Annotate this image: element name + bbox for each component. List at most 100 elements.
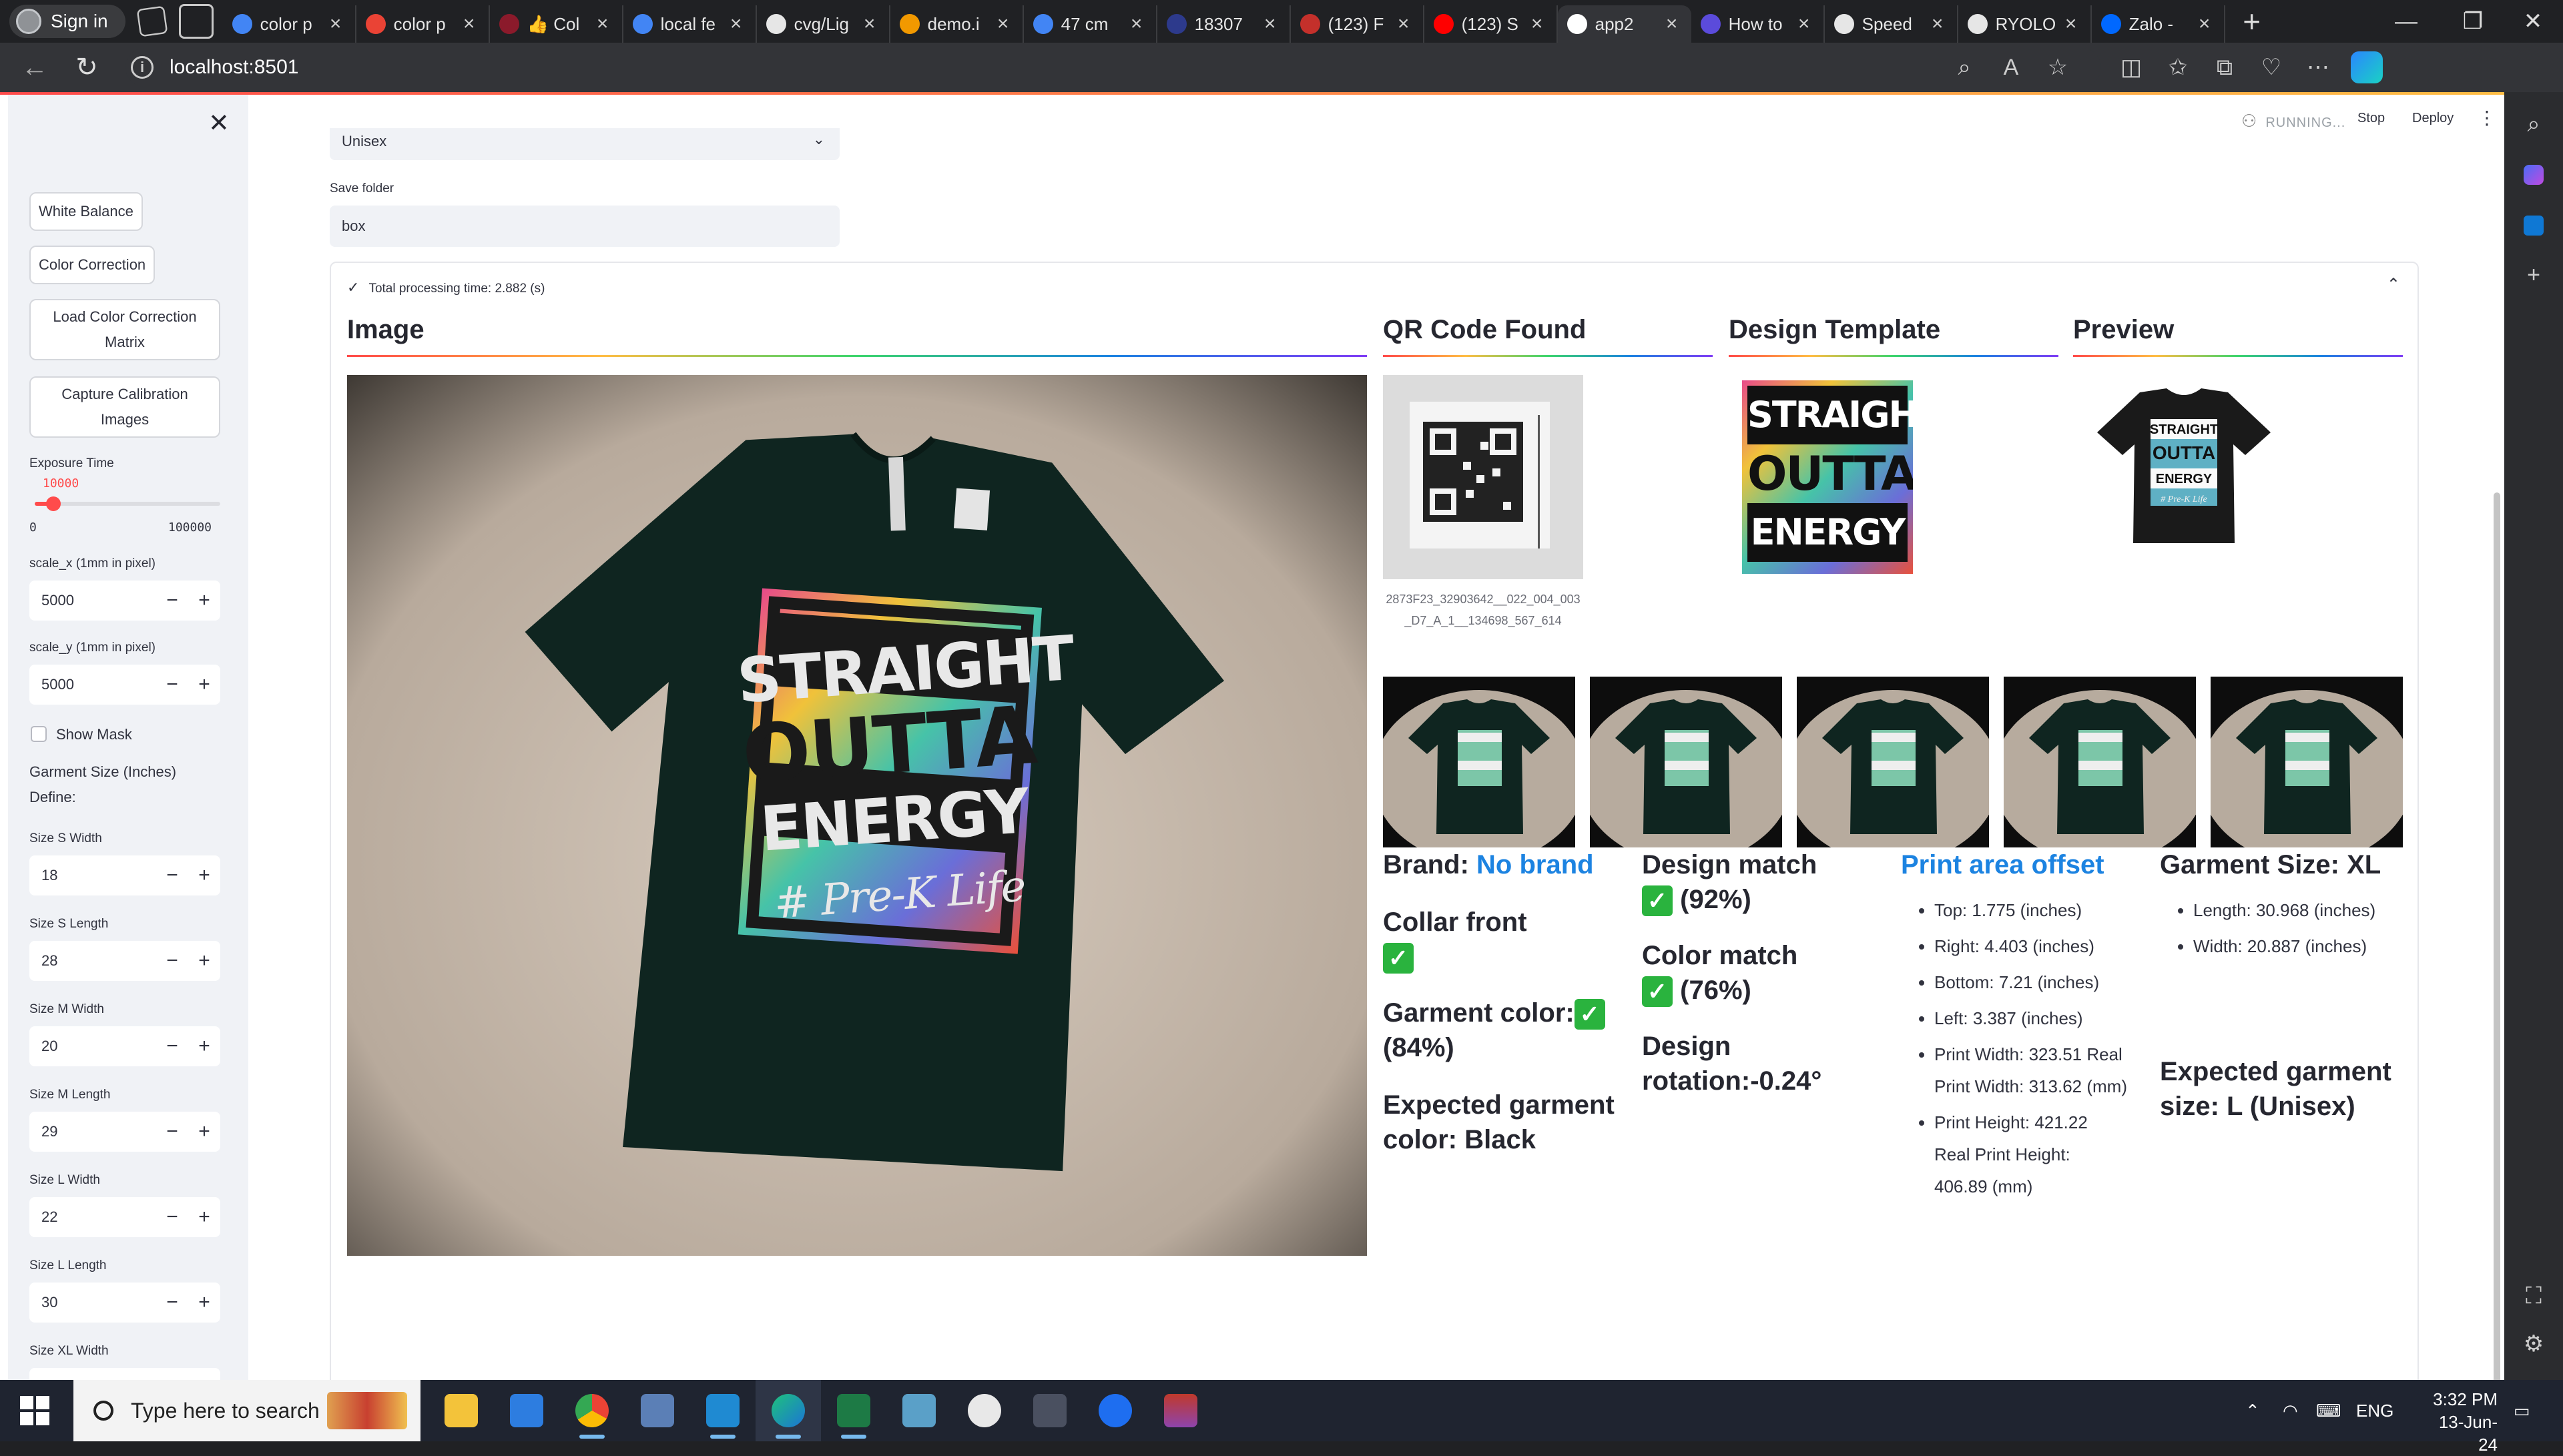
new-tab-button[interactable]: +: [2232, 3, 2272, 39]
main-menu-icon[interactable]: ⋮: [2478, 107, 2496, 129]
taskbar-search-box[interactable]: Type here to search: [73, 1380, 420, 1441]
wifi-icon[interactable]: ◠: [2283, 1380, 2298, 1441]
close-sidebar-icon[interactable]: ✕: [208, 108, 230, 138]
tab-actions-icon[interactable]: [178, 4, 214, 39]
tab-close-icon[interactable]: ×: [1127, 13, 1147, 35]
tab-close-icon[interactable]: ×: [593, 13, 613, 35]
clock[interactable]: 3:32 PM 13-Jun-24: [2424, 1388, 2498, 1456]
expander-header[interactable]: ✓ Total processing time: 2.882 (s): [347, 279, 545, 296]
save-folder-input[interactable]: box: [330, 206, 840, 247]
gender-select[interactable]: Unisex ⌄: [330, 128, 840, 160]
size-increment[interactable]: +: [188, 1035, 220, 1058]
scale-y-increment[interactable]: +: [188, 673, 220, 696]
size-field-input[interactable]: 28− +: [29, 941, 220, 981]
size-field-value[interactable]: 29: [29, 1123, 156, 1140]
browser-tab[interactable]: 👍 Col ×: [490, 5, 623, 43]
collapse-chevron-icon[interactable]: ⌃: [2387, 275, 2400, 294]
site-info-icon[interactable]: i: [131, 56, 154, 79]
favorite-star-icon[interactable]: ☆: [2034, 48, 2081, 87]
scale-x-input[interactable]: 5000 − +: [29, 581, 220, 621]
exposure-slider-thumb[interactable]: [45, 496, 61, 511]
tab-close-icon[interactable]: ×: [1928, 13, 1948, 35]
size-decrement[interactable]: −: [156, 864, 188, 887]
size-increment[interactable]: +: [188, 1206, 220, 1228]
tab-close-icon[interactable]: ×: [1794, 13, 1814, 35]
browser-tab[interactable]: cvg/Lig ×: [757, 5, 890, 43]
refresh-icon[interactable]: ↻: [67, 47, 107, 87]
browser-tab[interactable]: color p ×: [356, 5, 490, 43]
tray-chevron-icon[interactable]: ⌃: [2245, 1380, 2260, 1441]
scale-x-value[interactable]: 5000: [29, 592, 156, 609]
settings-gear-icon[interactable]: ⚙: [2518, 1328, 2550, 1360]
tab-close-icon[interactable]: ×: [326, 13, 346, 35]
favorites-icon[interactable]: ✩: [2155, 48, 2201, 87]
tab-close-icon[interactable]: ×: [2195, 13, 2215, 35]
size-increment[interactable]: +: [188, 950, 220, 972]
file-explorer-icon[interactable]: [429, 1380, 494, 1441]
color-correction-button[interactable]: Color Correction: [29, 246, 156, 284]
browser-tab[interactable]: (123) S ×: [1424, 5, 1558, 43]
tab-close-icon[interactable]: ×: [1662, 13, 1682, 35]
add-sidebar-app-icon[interactable]: +: [2518, 259, 2550, 291]
excel-icon[interactable]: [821, 1380, 886, 1441]
read-aloud-icon[interactable]: A: [1988, 48, 2034, 87]
collections-icon[interactable]: ⧉: [2201, 48, 2248, 87]
size-field-input[interactable]: 18− +: [29, 855, 220, 895]
size-increment[interactable]: +: [188, 864, 220, 887]
screenshot-icon[interactable]: ⛶: [2518, 1280, 2550, 1312]
tab-close-icon[interactable]: ×: [726, 13, 746, 35]
size-field-value[interactable]: 28: [29, 952, 156, 970]
tab-close-icon[interactable]: ×: [860, 13, 880, 35]
tab-close-icon[interactable]: ×: [1527, 13, 1547, 35]
browser-tab[interactable]: 18307 ×: [1157, 5, 1291, 43]
scale-y-value[interactable]: 5000: [29, 676, 156, 693]
stop-button[interactable]: Stop: [2357, 111, 2385, 126]
show-mask-checkbox[interactable]: [31, 726, 47, 742]
chrome-icon[interactable]: [559, 1380, 625, 1441]
size-field-input[interactable]: 24−+: [29, 1368, 220, 1380]
deploy-button[interactable]: Deploy: [2412, 111, 2454, 126]
more-menu-icon[interactable]: ⋯: [2295, 48, 2341, 87]
size-decrement[interactable]: −: [156, 1120, 188, 1143]
browser-tab[interactable]: app2 ×: [1557, 5, 1691, 43]
scale-y-input[interactable]: 5000 − +: [29, 665, 220, 705]
tab-close-icon[interactable]: ×: [459, 13, 479, 35]
notes-icon[interactable]: [886, 1380, 952, 1441]
app-icon[interactable]: [1148, 1380, 1213, 1441]
tab-close-icon[interactable]: ×: [993, 13, 1013, 35]
back-icon[interactable]: ←: [15, 47, 55, 87]
browser-tab[interactable]: (123) F ×: [1291, 5, 1424, 43]
windows-start-icon[interactable]: [20, 1396, 49, 1425]
size-increment[interactable]: +: [188, 1291, 220, 1314]
size-field-value[interactable]: 22: [29, 1208, 156, 1226]
size-decrement[interactable]: −: [156, 950, 188, 972]
size-field-value[interactable]: 20: [29, 1038, 156, 1055]
size-field-input[interactable]: 20− +: [29, 1026, 220, 1066]
browser-tab[interactable]: local fe ×: [623, 5, 757, 43]
performance-icon[interactable]: ♡: [2248, 48, 2295, 87]
scale-x-increment[interactable]: +: [188, 589, 220, 612]
language-indicator[interactable]: ENG: [2356, 1380, 2393, 1441]
size-field-input[interactable]: 29− +: [29, 1112, 220, 1152]
size-field-value[interactable]: 18: [29, 867, 156, 884]
minimize-button[interactable]: —: [2376, 0, 2436, 43]
size-field-input[interactable]: 22− +: [29, 1197, 220, 1237]
search-icon[interactable]: ⌕: [2518, 108, 2550, 140]
scale-x-decrement[interactable]: −: [156, 589, 188, 612]
browser-tab[interactable]: color p ×: [223, 5, 356, 43]
zalo-icon[interactable]: [1083, 1380, 1148, 1441]
white-balance-button[interactable]: White Balance: [29, 192, 143, 231]
mail-icon[interactable]: [625, 1380, 690, 1441]
outlook-icon[interactable]: [2518, 210, 2550, 242]
size-decrement[interactable]: −: [156, 1035, 188, 1058]
sign-in-button[interactable]: Sign in: [9, 5, 125, 38]
keyboard-icon[interactable]: ⌨: [2316, 1380, 2341, 1441]
tab-close-icon[interactable]: ×: [1260, 13, 1280, 35]
page-scrollbar[interactable]: [2494, 492, 2500, 1380]
workspaces-icon[interactable]: [136, 5, 168, 37]
browser-tab[interactable]: 47 cm ×: [1024, 5, 1157, 43]
browser-tab[interactable]: RYOLO ×: [1958, 5, 2092, 43]
browser-tab[interactable]: Speed ×: [1825, 5, 1958, 43]
copilot-icon[interactable]: [2351, 51, 2383, 83]
copilot-sidebar-icon[interactable]: [2518, 159, 2550, 191]
